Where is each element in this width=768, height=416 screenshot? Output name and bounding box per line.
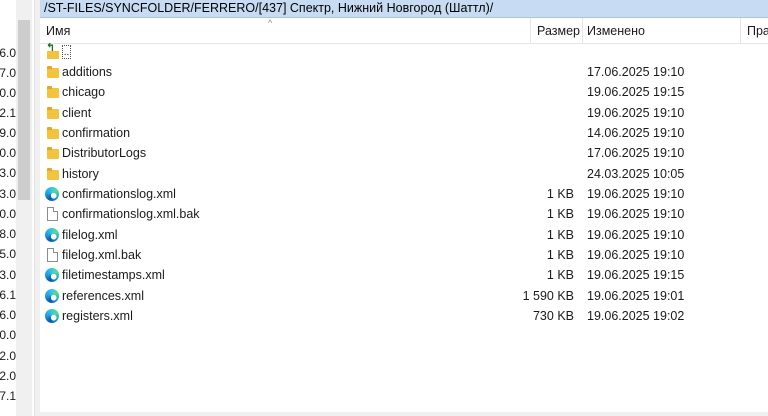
left-pane-date: 03.0 (0, 187, 16, 201)
edge-xml-icon (44, 186, 60, 202)
file-icon (44, 247, 60, 263)
file-modified: 19.06.2025 19:10 (587, 228, 685, 242)
left-pane-date: 05.0 (0, 247, 16, 261)
left-pane-date: 29.0 (0, 126, 16, 140)
file-modified: 19.06.2025 19:10 (587, 248, 685, 262)
file-modified: 19.06.2025 19:10 (587, 207, 685, 221)
file-row[interactable]: references.xml 1 590 KB 19.06.2025 19:01 (40, 286, 768, 306)
left-pane-date: 06.0 (0, 46, 16, 60)
folder-icon (44, 166, 60, 182)
edge-xml-icon (44, 267, 60, 283)
left-pane-date: 12.0 (0, 369, 16, 383)
left-pane-date: 12.1 (0, 106, 16, 120)
folder-icon (44, 64, 60, 80)
file-modified: 19.06.2025 19:02 (587, 309, 685, 323)
file-size: 1 KB (546, 248, 574, 262)
left-pane-date: 13.0 (0, 166, 16, 180)
file-modified: 19.06.2025 19:15 (587, 85, 685, 99)
file-size: 1 KB (546, 268, 574, 282)
left-file-pane: 06.0 17.0 20.0 12.1 29.0 20.0 13.0 03.0 … (0, 0, 34, 416)
file-name: history (62, 167, 99, 181)
edge-xml-icon (44, 288, 60, 304)
file-row[interactable]: confirmationslog.xml.bak 1 KB 19.06.2025… (40, 204, 768, 224)
column-divider[interactable] (530, 18, 531, 44)
left-pane-date: 20.0 (0, 86, 16, 100)
file-row[interactable]: additions 17.06.2025 19:10 (40, 62, 768, 82)
file-row[interactable]: filelog.xml.bak 1 KB 19.06.2025 19:10 (40, 245, 768, 265)
column-divider[interactable] (740, 18, 741, 44)
parent-folder-icon: ↰ (44, 43, 60, 60)
file-size: 730 KB (532, 309, 574, 323)
column-header-name[interactable]: Имя (46, 18, 70, 44)
left-pane-date: 26.0 (0, 308, 16, 322)
file-name: filelog.xml.bak (62, 248, 142, 262)
sort-ascending-icon: ^ (268, 18, 273, 28)
left-pane-date: 20.0 (0, 207, 16, 221)
file-row[interactable]: confirmation 14.06.2025 19:10 (40, 123, 768, 143)
left-pane-date: 03.0 (0, 268, 16, 282)
folder-icon (44, 105, 60, 121)
file-name: references.xml (62, 289, 144, 303)
file-size: 1 KB (546, 187, 574, 201)
folder-icon (44, 145, 60, 161)
left-pane-scrollbar[interactable] (16, 0, 32, 416)
file-row[interactable]: registers.xml 730 KB 19.06.2025 19:02 (40, 306, 768, 326)
column-header-rights[interactable]: Пра (747, 18, 768, 44)
left-pane-date: 08.0 (0, 227, 16, 241)
edge-xml-icon (44, 227, 60, 243)
file-modified: 17.06.2025 19:10 (587, 65, 685, 79)
file-modified: 19.06.2025 19:10 (587, 106, 685, 120)
folder-icon (44, 84, 60, 100)
file-row[interactable]: filelog.xml 1 KB 19.06.2025 19:10 (40, 225, 768, 245)
file-row[interactable]: history 24.03.2025 10:05 (40, 164, 768, 184)
remote-path-bar[interactable]: /ST-FILES/SYNCFOLDER/FERRERO/[437] Спект… (40, 0, 768, 18)
left-pane-date: 16.1 (0, 288, 16, 302)
file-name: chicago (62, 85, 106, 99)
file-name: registers.xml (62, 309, 133, 323)
file-row[interactable]: chicago 19.06.2025 19:15 (40, 82, 768, 102)
file-row[interactable]: client 19.06.2025 19:10 (40, 103, 768, 123)
file-name: client (62, 106, 92, 120)
file-row-parent[interactable]: ↰ .. (40, 42, 768, 62)
file-modified: 19.06.2025 19:01 (587, 289, 685, 303)
file-modified: 14.06.2025 19:10 (587, 126, 685, 140)
file-list-header: ^ Имя Размер Изменено Пра (40, 18, 768, 44)
left-pane-date: 07.1 (0, 389, 16, 403)
left-pane-scroll-thumb[interactable] (18, 20, 30, 200)
file-size: 1 KB (546, 207, 574, 221)
edge-xml-icon (44, 308, 60, 324)
file-name: filelog.xml (62, 228, 118, 242)
column-header-size[interactable]: Размер (532, 18, 580, 44)
left-pane-date: 22.0 (0, 349, 16, 363)
file-name: confirmationslog.xml.bak (62, 207, 200, 221)
file-row[interactable]: filetimestamps.xml 1 KB 19.06.2025 19:15 (40, 265, 768, 285)
file-name: DistributorLogs (62, 146, 147, 160)
column-header-modified[interactable]: Изменено (587, 18, 645, 44)
file-name: confirmationslog.xml (62, 187, 176, 201)
file-modified: 19.06.2025 19:10 (587, 187, 685, 201)
left-pane-date: 20.0 (0, 328, 16, 342)
folder-icon (44, 125, 60, 141)
file-name: .. (62, 45, 71, 59)
file-size: 1 KB (546, 228, 574, 242)
left-pane-date: 20.0 (0, 146, 16, 160)
file-modified: 19.06.2025 19:15 (587, 268, 685, 282)
left-pane-date: 17.0 (0, 66, 16, 80)
file-size: 1 590 KB (522, 289, 574, 303)
column-divider[interactable] (582, 18, 583, 44)
file-row[interactable]: DistributorLogs 17.06.2025 19:10 (40, 143, 768, 163)
file-icon (44, 206, 60, 222)
file-modified: 17.06.2025 19:10 (587, 146, 685, 160)
file-name: filetimestamps.xml (62, 268, 165, 282)
file-name: confirmation (62, 126, 131, 140)
file-modified: 24.03.2025 10:05 (587, 167, 685, 181)
horizontal-scrollbar[interactable] (40, 412, 768, 416)
file-name: additions (62, 65, 113, 79)
file-row[interactable]: confirmationslog.xml 1 KB 19.06.2025 19:… (40, 184, 768, 204)
